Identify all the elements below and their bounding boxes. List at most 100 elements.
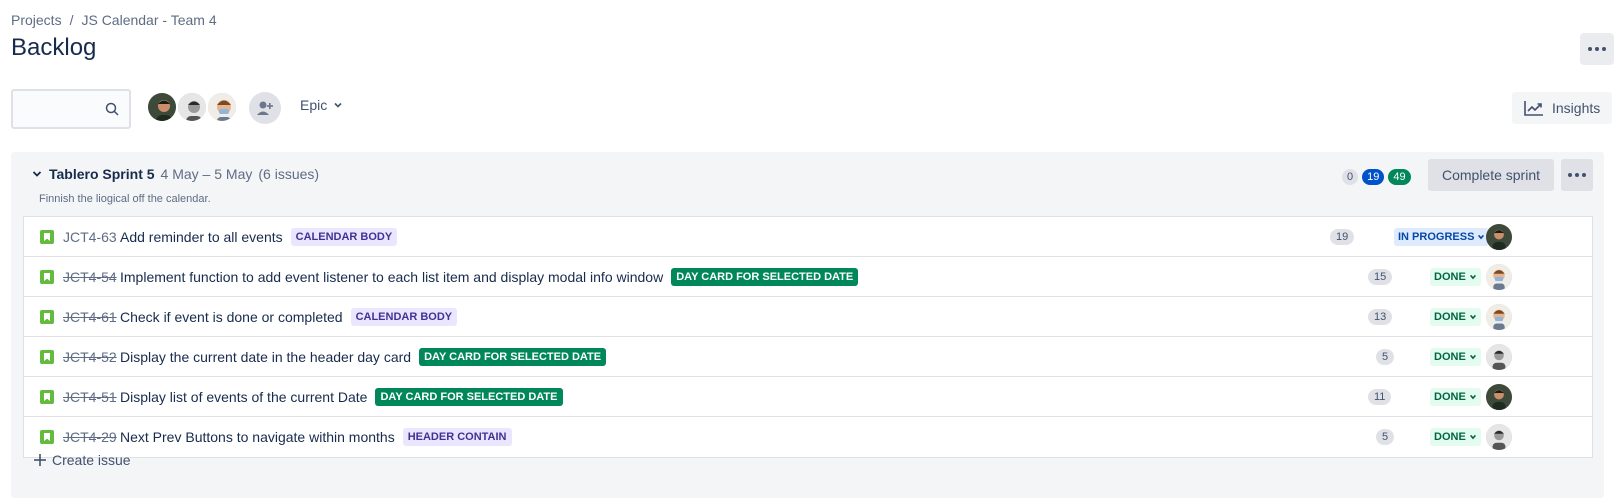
issue-list: JCT4-63 Add reminder to all events CALENDA…	[23, 216, 1593, 458]
issue-key[interactable]: JCT4-63	[63, 229, 117, 245]
add-people-button[interactable]	[249, 92, 281, 124]
issue-summary[interactable]: Display the current date in the header d…	[120, 349, 411, 365]
in-progress-count-badge: 19	[1362, 169, 1385, 185]
status-dropdown[interactable]: DONE	[1430, 267, 1481, 286]
chevron-down-icon[interactable]	[31, 168, 43, 180]
epic-filter-label: Epic	[300, 97, 328, 113]
issue-summary-wrap: Display list of events of the current Da…	[120, 387, 563, 406]
epic-filter-dropdown[interactable]: Epic	[300, 97, 343, 113]
status-dropdown[interactable]: DONE	[1430, 307, 1481, 326]
story-points-badge: 5	[1376, 348, 1395, 365]
epic-label[interactable]: HEADER CONTAIN	[402, 428, 512, 446]
sprint-goal: Finnish the liogical off the calendar.	[39, 193, 211, 205]
issue-key[interactable]: JCT4-52	[63, 349, 117, 365]
chevron-down-icon	[334, 102, 342, 108]
chart-line-icon	[1524, 101, 1543, 116]
breadcrumb-projects-link[interactable]: Projects	[11, 12, 62, 28]
sprint-name: Tablero Sprint 5	[49, 166, 155, 182]
status-dropdown[interactable]: DONE	[1430, 387, 1481, 406]
page-more-actions-button[interactable]	[1580, 33, 1614, 65]
chevron-down-icon	[1469, 314, 1476, 319]
issue-summary-wrap: Add reminder to all events CALENDAR BODY	[120, 227, 398, 246]
insights-button[interactable]: Insights	[1512, 92, 1613, 124]
issue-summary-wrap: Display the current date in the header d…	[120, 347, 607, 366]
epic-label[interactable]: DAY CARD FOR SELECTED DATE	[671, 267, 859, 286]
chevron-down-icon	[1478, 234, 1485, 239]
todo-count-badge: 0	[1342, 169, 1359, 185]
breadcrumb-project-link[interactable]: JS Calendar - Team 4	[81, 12, 216, 28]
assignee-avatar[interactable]	[1486, 384, 1512, 410]
issue-summary-wrap: Check if event is done or completed CALEN…	[120, 307, 458, 326]
status-label: DONE	[1434, 431, 1466, 443]
create-issue-button[interactable]: Create issue	[34, 452, 131, 468]
issue-summary[interactable]: Check if event is done or completed	[120, 309, 343, 325]
issue-row[interactable]: JCT4-51 Display list of events of the cur…	[24, 377, 1592, 417]
search-input[interactable]	[11, 89, 131, 129]
chevron-down-icon	[1469, 394, 1476, 399]
epic-label[interactable]: CALENDAR BODY	[350, 307, 458, 326]
issue-key[interactable]: JCT4-29	[63, 429, 117, 445]
sprint-header[interactable]: Tablero Sprint 5 4 May – 5 May (6 issues…	[31, 166, 319, 182]
sprint-container: Tablero Sprint 5 4 May – 5 May (6 issues…	[11, 152, 1604, 498]
issue-row[interactable]: JCT4-61 Check if event is done or complet…	[24, 297, 1592, 337]
avatar[interactable]	[176, 91, 208, 123]
assignee-avatar[interactable]	[1486, 264, 1512, 290]
story-points-badge: 5	[1376, 429, 1395, 445]
story-icon	[40, 310, 54, 324]
assignee-filter-avatars	[146, 91, 238, 123]
sprint-dates: 4 May – 5 May	[160, 166, 253, 182]
story-points-badge: 11	[1368, 388, 1392, 405]
assignee-avatar[interactable]	[1486, 424, 1512, 450]
avatar[interactable]	[206, 91, 238, 123]
breadcrumb: Projects / JS Calendar - Team 4	[11, 12, 217, 28]
issue-summary[interactable]: Implement function to add event listener…	[120, 269, 663, 285]
assignee-avatar[interactable]	[1486, 344, 1512, 370]
more-icon	[1588, 47, 1606, 51]
assignee-avatar[interactable]	[1486, 304, 1512, 330]
story-icon	[40, 350, 54, 364]
story-icon	[40, 430, 54, 444]
story-icon	[40, 270, 54, 284]
issue-key[interactable]: JCT4-54	[63, 269, 117, 285]
breadcrumb-separator: /	[69, 12, 74, 28]
story-icon	[40, 390, 54, 404]
status-label: IN PROGRESS	[1398, 230, 1475, 243]
chevron-down-icon	[1469, 274, 1476, 279]
status-dropdown[interactable]: IN PROGRESS	[1394, 227, 1490, 246]
status-label: DONE	[1434, 310, 1466, 323]
issue-summary-wrap: Next Prev Buttons to navigate within mon…	[120, 428, 512, 446]
sprint-issue-count: (6 issues)	[258, 166, 320, 182]
story-points-badge: 15	[1368, 268, 1393, 285]
status-label: DONE	[1434, 350, 1466, 363]
issue-summary[interactable]: Add reminder to all events	[120, 229, 283, 245]
status-dropdown[interactable]: DONE	[1430, 347, 1481, 366]
epic-label[interactable]: CALENDAR BODY	[290, 227, 398, 246]
sprint-more-actions-button[interactable]	[1561, 159, 1593, 191]
issue-row[interactable]: JCT4-29 Next Prev Buttons to navigate wit…	[24, 417, 1592, 457]
issue-key[interactable]: JCT4-61	[63, 309, 117, 325]
epic-label[interactable]: DAY CARD FOR SELECTED DATE	[419, 347, 607, 366]
search-icon	[105, 102, 119, 116]
complete-sprint-button[interactable]: Complete sprint	[1428, 159, 1554, 191]
insights-label: Insights	[1552, 100, 1601, 116]
issue-summary[interactable]: Next Prev Buttons to navigate within mon…	[120, 429, 395, 445]
plus-icon	[34, 454, 46, 466]
issue-key[interactable]: JCT4-51	[63, 389, 117, 405]
avatar[interactable]	[146, 91, 178, 123]
assignee-avatar[interactable]	[1486, 224, 1512, 250]
add-person-icon	[257, 101, 273, 115]
status-dropdown[interactable]: DONE	[1430, 428, 1481, 446]
issue-row[interactable]: JCT4-54 Implement function to add event l…	[24, 257, 1592, 297]
chevron-down-icon	[1469, 434, 1476, 440]
story-points-badge: 13	[1368, 308, 1393, 325]
more-icon	[1568, 173, 1586, 177]
chevron-down-icon	[1469, 354, 1476, 359]
issue-summary[interactable]: Display list of events of the current Da…	[120, 389, 367, 405]
create-issue-label: Create issue	[52, 452, 131, 468]
issue-row[interactable]: JCT4-63 Add reminder to all events CALENDA…	[24, 217, 1592, 257]
sprint-status-counts: 0 19 49	[1342, 169, 1411, 185]
status-label: DONE	[1434, 390, 1466, 403]
epic-label[interactable]: DAY CARD FOR SELECTED DATE	[375, 387, 563, 406]
done-count-badge: 49	[1388, 169, 1411, 185]
issue-row[interactable]: JCT4-52 Display the current date in the h…	[24, 337, 1592, 377]
